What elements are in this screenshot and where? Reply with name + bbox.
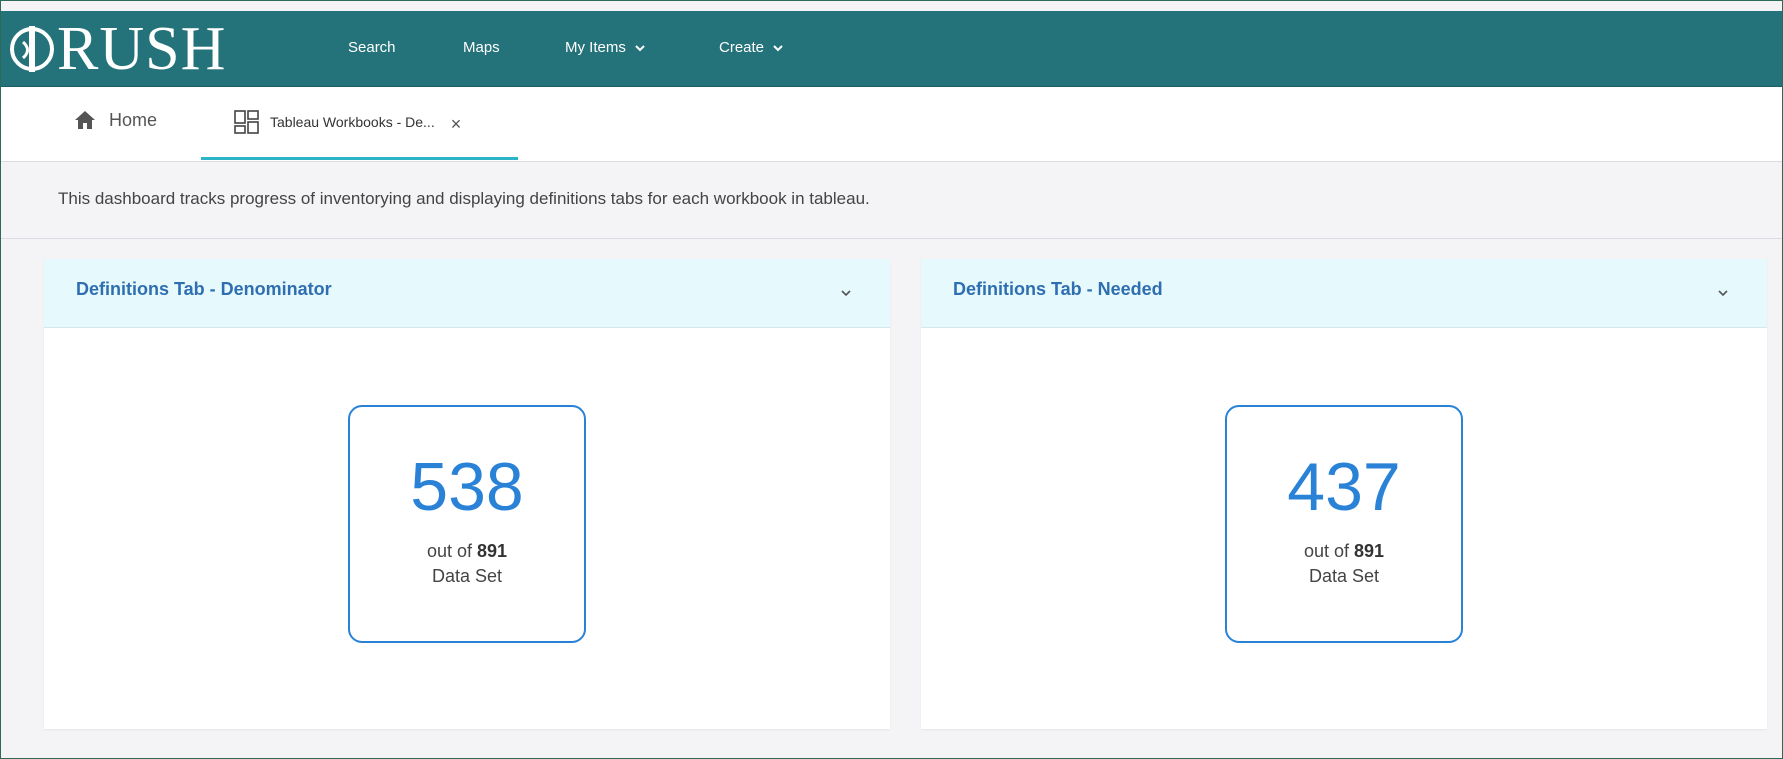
chevron-down-icon[interactable] (1717, 287, 1729, 299)
card-header: Definitions Tab - Denominator (44, 259, 890, 328)
chevron-down-icon (635, 44, 645, 51)
kpi-box: 538 out of 891 Data Set (348, 405, 586, 643)
rush-logo[interactable]: RUSH (9, 15, 227, 83)
nav-create-label: Create (719, 39, 765, 56)
tab-home-label: Home (109, 109, 158, 130)
kpi-box: 437 out of 891 Data Set (1225, 405, 1463, 643)
nav-maps[interactable]: Maps (463, 39, 500, 56)
card-header: Definitions Tab - Needed (921, 259, 1767, 328)
chevron-down-icon[interactable] (840, 287, 852, 299)
card-title: Definitions Tab - Denominator (76, 279, 332, 299)
kpi-unit: Data Set (1308, 566, 1380, 587)
kpi-subtext: out of 891 Data Set (350, 539, 584, 589)
top-navbar: RUSH Search Maps My Items Create (1, 11, 1782, 87)
nav-search[interactable]: Search (348, 39, 396, 56)
chevron-down-icon (773, 44, 783, 51)
nav-maps-label: Maps (463, 39, 500, 56)
description-bar: This dashboard tracks progress of invent… (1, 162, 1782, 239)
kpi-out-of-label: out of (1303, 541, 1349, 561)
rush-logo-mark-icon (10, 26, 54, 72)
tab-tableau-workbooks-label: Tableau Workbooks - De... (270, 114, 435, 130)
close-icon[interactable]: × (451, 114, 462, 135)
kpi-subtext: out of 891 Data Set (1227, 539, 1461, 589)
tab-strip: Home Tableau Workbooks - De... × (1, 87, 1782, 162)
kpi-card-denominator: Definitions Tab - Denominator 538 out of… (44, 259, 890, 729)
kpi-card-needed: Definitions Tab - Needed 437 out of 891 … (921, 259, 1767, 729)
kpi-value: 437 (1287, 449, 1401, 525)
kpi-total: 891 (1354, 541, 1385, 561)
dashboard-grid-icon (234, 110, 259, 134)
kpi-unit: Data Set (431, 566, 503, 587)
tab-tableau-workbooks[interactable]: Tableau Workbooks - De... × (201, 87, 518, 160)
nav-my-items-label: My Items (565, 39, 626, 56)
nav-my-items[interactable]: My Items (565, 39, 646, 56)
nav-create[interactable]: Create (719, 39, 784, 56)
tab-home[interactable]: Home (73, 109, 157, 131)
home-icon (75, 111, 95, 129)
dashboard-description: This dashboard tracks progress of invent… (58, 189, 870, 208)
card-title: Definitions Tab - Needed (953, 279, 1163, 299)
app-frame: RUSH Search Maps My Items Create Home Ta… (0, 0, 1783, 759)
kpi-total: 891 (477, 541, 508, 561)
nav-search-label: Search (348, 39, 396, 56)
kpi-value: 538 (410, 449, 524, 525)
logo-text: RUSH (57, 15, 227, 83)
kpi-out-of-label: out of (426, 541, 472, 561)
